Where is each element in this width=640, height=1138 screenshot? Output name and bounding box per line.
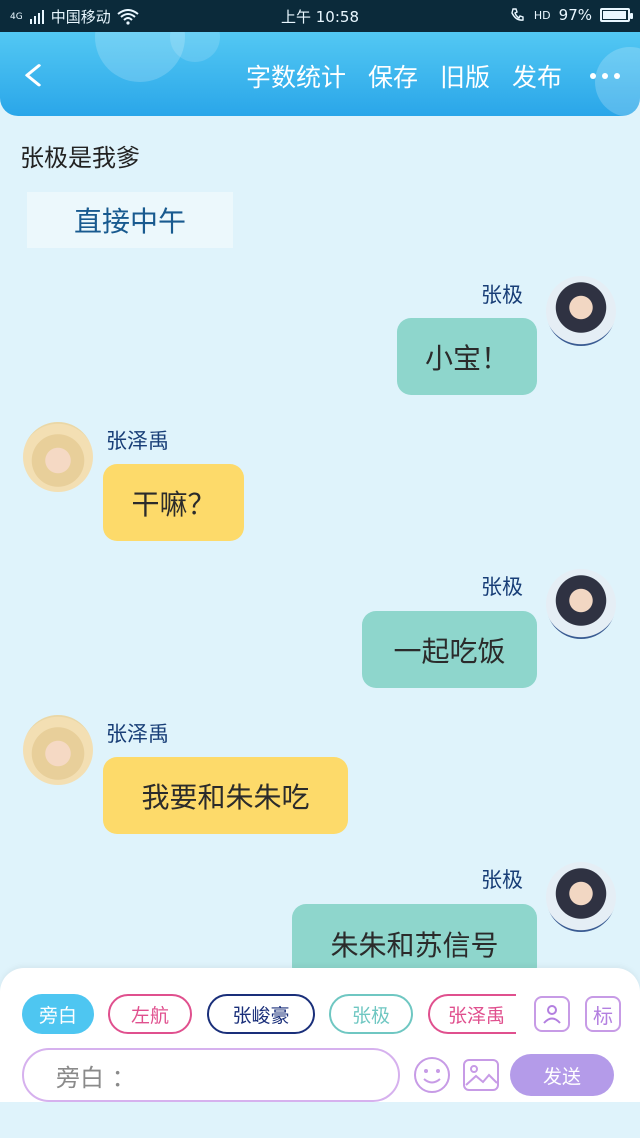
story-title: 张极是我爹 [20, 144, 140, 172]
message-bubble[interactable]: 小宝！ [397, 318, 537, 395]
avatar[interactable] [23, 715, 93, 785]
more-icon[interactable] [590, 73, 620, 79]
speaker-name: 张极 [481, 868, 523, 892]
word-count-button[interactable]: 字数统计 [246, 58, 346, 94]
top-toolbar: 字数统计 保存 旧版 发布 [0, 32, 640, 116]
role-chip[interactable]: 张峻豪 [207, 994, 315, 1034]
back-arrow-icon[interactable] [22, 60, 44, 90]
role-chip[interactable]: 左航 [108, 994, 192, 1034]
status-bar: 4G 中国移动 上午 10:58 HD 97% [0, 0, 640, 32]
role-chip[interactable]: 张极 [329, 994, 413, 1034]
speaker-name: 张极 [481, 283, 523, 307]
character-icon[interactable] [534, 996, 570, 1032]
message-bubble[interactable]: 我要和朱朱吃 [103, 757, 348, 834]
save-button[interactable]: 保存 [368, 58, 418, 94]
emoji-icon[interactable] [413, 1056, 451, 1094]
avatar[interactable] [546, 569, 616, 639]
narration-block[interactable]: 直接中午 [27, 192, 233, 248]
speaker-name: 张泽禹 [106, 722, 169, 746]
speaker-name: 张泽禹 [106, 429, 169, 453]
phone-icon [511, 8, 524, 21]
old-version-button[interactable]: 旧版 [440, 58, 490, 94]
role-chip[interactable]: 张泽禹 [428, 994, 516, 1034]
hd-label: HD [533, 8, 551, 22]
bottom-strip [0, 1102, 640, 1138]
tag-button[interactable]: 标 [585, 996, 621, 1032]
message-bubble[interactable]: 干嘛？ [103, 464, 244, 541]
avatar[interactable] [23, 422, 93, 492]
avatar[interactable] [546, 276, 616, 346]
message-bubble[interactable]: 一起吃饭 [362, 611, 537, 688]
send-button[interactable]: 发送 [510, 1054, 614, 1096]
composer-panel: 旁白 左航 张峻豪 张极 张泽禹 标 旁白 ： 发送 [0, 968, 640, 1102]
image-icon[interactable] [462, 1056, 500, 1094]
speaker-name: 张极 [481, 575, 523, 599]
message-input[interactable]: 旁白 ： [22, 1048, 400, 1102]
publish-button[interactable]: 发布 [512, 58, 562, 94]
avatar[interactable] [546, 862, 616, 932]
role-chip-narration[interactable]: 旁白 [22, 994, 94, 1034]
battery-percent: 97% [558, 6, 592, 24]
battery-icon [600, 8, 633, 22]
